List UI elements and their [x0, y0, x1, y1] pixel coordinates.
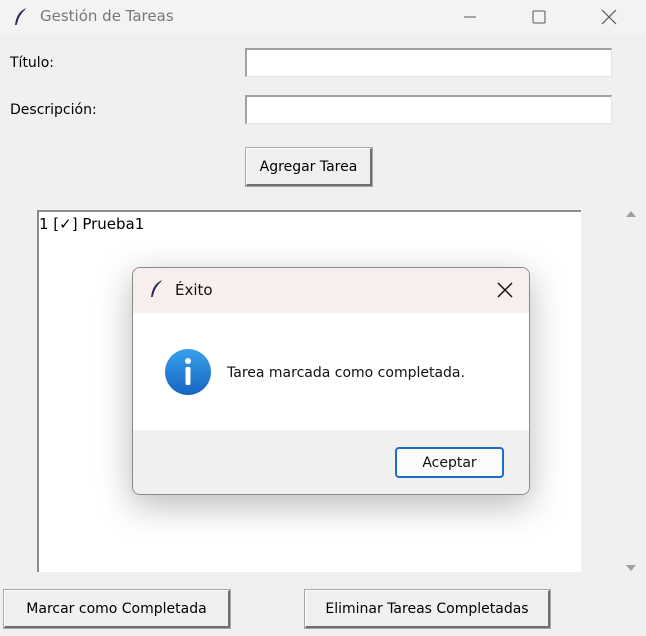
scroll-down-arrow-icon[interactable] — [626, 565, 636, 571]
success-dialog: Éxito Tarea marcada como completada. Ace… — [132, 267, 530, 495]
close-icon[interactable] — [495, 280, 515, 300]
info-icon — [165, 349, 211, 395]
description-input[interactable] — [245, 95, 612, 124]
mark-complete-button[interactable]: Marcar como Completada — [3, 589, 231, 629]
maximize-button[interactable] — [515, 0, 563, 34]
task-list-scrollbar[interactable] — [621, 203, 641, 579]
delete-completed-button[interactable]: Eliminar Tareas Completadas — [304, 589, 551, 629]
title-input[interactable] — [245, 48, 612, 77]
maximize-icon — [532, 10, 546, 24]
minimize-button[interactable] — [446, 0, 494, 34]
list-item[interactable]: 1 [✓] Prueba1 — [39, 215, 144, 233]
add-task-button[interactable]: Agregar Tarea — [245, 147, 373, 187]
window-title: Gestión de Tareas — [40, 7, 174, 25]
window-titlebar: Gestión de Tareas — [0, 0, 646, 34]
feather-icon — [151, 279, 164, 298]
dialog-title: Éxito — [175, 281, 213, 299]
close-icon — [601, 9, 617, 25]
dialog-body: Tarea marcada como completada. — [133, 313, 529, 430]
dialog-titlebar: Éxito — [133, 268, 529, 313]
description-label: Descripción: — [10, 102, 97, 118]
dialog-message: Tarea marcada como completada. — [227, 365, 465, 381]
title-label: Título: — [10, 55, 54, 71]
feather-icon — [15, 7, 28, 26]
dialog-footer: Aceptar — [133, 430, 529, 494]
accept-button[interactable]: Aceptar — [395, 447, 504, 478]
minimize-icon — [464, 16, 476, 18]
close-button[interactable] — [585, 0, 633, 34]
scroll-up-arrow-icon[interactable] — [626, 211, 636, 217]
